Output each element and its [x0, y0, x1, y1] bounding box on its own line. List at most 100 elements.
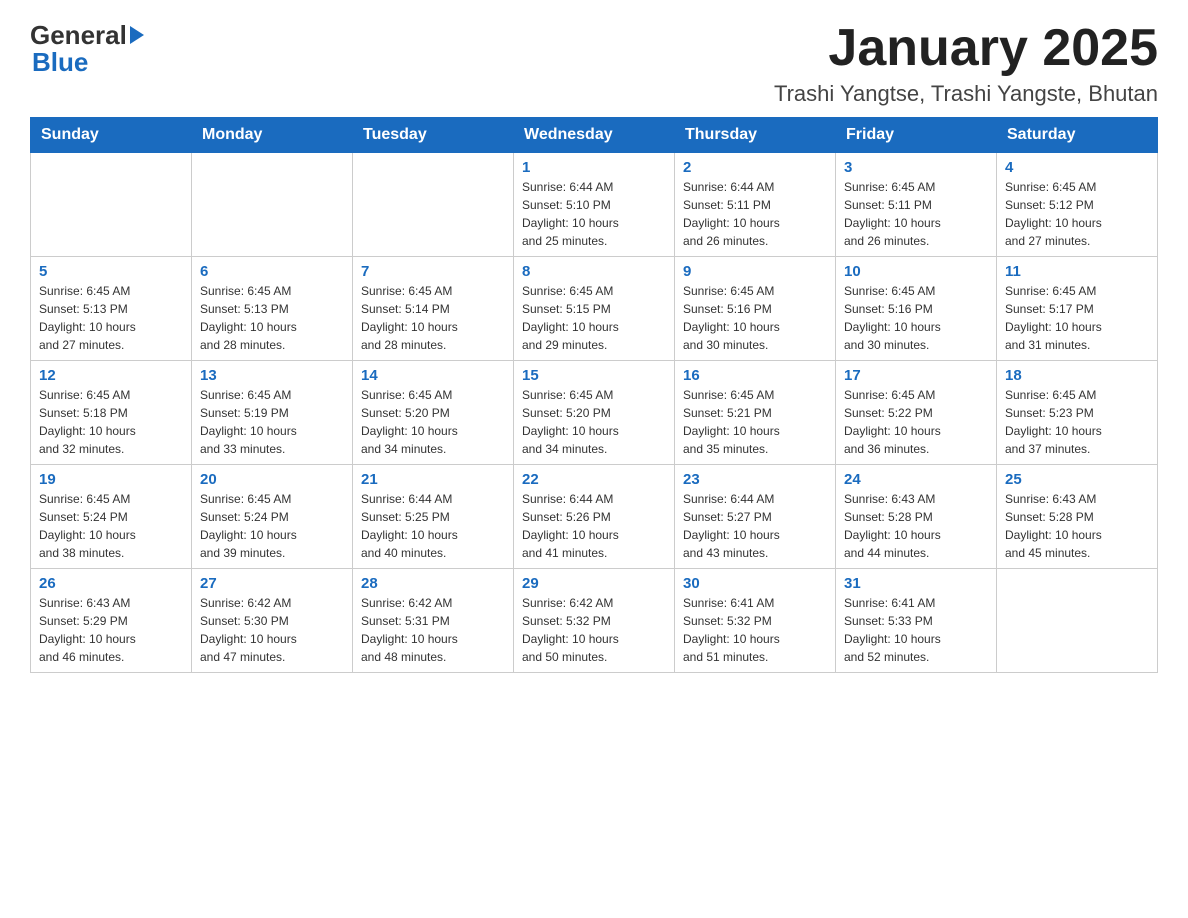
calendar-cell: 6 Sunrise: 6:45 AMSunset: 5:13 PMDaylight… [192, 257, 353, 361]
weekday-header-sunday: Sunday [31, 118, 192, 153]
day-info: Sunrise: 6:43 AMSunset: 5:29 PMDaylight:… [39, 594, 183, 666]
day-number: 14 [361, 367, 505, 384]
day-number: 24 [844, 471, 988, 488]
logo: General Blue [30, 20, 144, 78]
day-info: Sunrise: 6:43 AMSunset: 5:28 PMDaylight:… [844, 490, 988, 562]
day-number: 5 [39, 263, 183, 280]
day-number: 29 [522, 575, 666, 592]
day-number: 10 [844, 263, 988, 280]
calendar-cell: 29 Sunrise: 6:42 AMSunset: 5:32 PMDayligh… [514, 569, 675, 673]
calendar-cell [31, 153, 192, 257]
day-info: Sunrise: 6:45 AMSunset: 5:19 PMDaylight:… [200, 386, 344, 458]
calendar-cell: 15Sunrise: 6:45 AMSunset: 5:20 PMDayligh… [514, 361, 675, 465]
day-info: Sunrise: 6:42 AMSunset: 5:30 PMDaylight:… [200, 594, 344, 666]
weekday-header-monday: Monday [192, 118, 353, 153]
calendar-cell: 8Sunrise: 6:45 AMSunset: 5:15 PMDaylight… [514, 257, 675, 361]
day-info: Sunrise: 6:45 AMSunset: 5:16 PMDaylight:… [683, 282, 827, 354]
calendar-cell: 24 Sunrise: 6:43 AMSunset: 5:28 PMDayligh… [836, 465, 997, 569]
calendar-cell: 14 Sunrise: 6:45 AMSunset: 5:20 PMDayligh… [353, 361, 514, 465]
day-number: 26 [39, 575, 183, 592]
logo-arrow-icon [130, 26, 144, 44]
day-info: Sunrise: 6:44 AMSunset: 5:25 PMDaylight:… [361, 490, 505, 562]
day-info: Sunrise: 6:42 AMSunset: 5:32 PMDaylight:… [522, 594, 666, 666]
day-number: 20 [200, 471, 344, 488]
calendar-week-row: 5 Sunrise: 6:45 AMSunset: 5:13 PMDaylight… [31, 257, 1158, 361]
calendar-cell: 27 Sunrise: 6:42 AMSunset: 5:30 PMDayligh… [192, 569, 353, 673]
calendar-cell: 7 Sunrise: 6:45 AMSunset: 5:14 PMDaylight… [353, 257, 514, 361]
logo-blue-text: Blue [32, 47, 88, 78]
day-info: Sunrise: 6:44 AMSunset: 5:10 PMDaylight:… [522, 178, 666, 250]
day-number: 18 [1005, 367, 1149, 384]
day-number: 7 [361, 263, 505, 280]
calendar-cell: 13 Sunrise: 6:45 AMSunset: 5:19 PMDayligh… [192, 361, 353, 465]
day-info: Sunrise: 6:45 AMSunset: 5:13 PMDaylight:… [200, 282, 344, 354]
calendar-cell: 19Sunrise: 6:45 AMSunset: 5:24 PMDayligh… [31, 465, 192, 569]
calendar-cell: 10 Sunrise: 6:45 AMSunset: 5:16 PMDayligh… [836, 257, 997, 361]
day-info: Sunrise: 6:41 AMSunset: 5:33 PMDaylight:… [844, 594, 988, 666]
day-number: 27 [200, 575, 344, 592]
calendar-week-row: 1 Sunrise: 6:44 AMSunset: 5:10 PMDaylight… [31, 153, 1158, 257]
calendar-table: SundayMondayTuesdayWednesdayThursdayFrid… [30, 117, 1158, 673]
calendar-week-row: 19Sunrise: 6:45 AMSunset: 5:24 PMDayligh… [31, 465, 1158, 569]
calendar-cell: 2 Sunrise: 6:44 AMSunset: 5:11 PMDaylight… [675, 153, 836, 257]
title-section: January 2025 Trashi Yangtse, Trashi Yang… [774, 20, 1158, 107]
day-number: 13 [200, 367, 344, 384]
day-number: 8 [522, 263, 666, 280]
calendar-week-row: 26 Sunrise: 6:43 AMSunset: 5:29 PMDayligh… [31, 569, 1158, 673]
day-info: Sunrise: 6:42 AMSunset: 5:31 PMDaylight:… [361, 594, 505, 666]
day-number: 2 [683, 159, 827, 176]
calendar-cell [192, 153, 353, 257]
calendar-cell: 21 Sunrise: 6:44 AMSunset: 5:25 PMDayligh… [353, 465, 514, 569]
day-info: Sunrise: 6:45 AMSunset: 5:20 PMDaylight:… [522, 386, 666, 458]
weekday-header-tuesday: Tuesday [353, 118, 514, 153]
day-number: 21 [361, 471, 505, 488]
location-title: Trashi Yangtse, Trashi Yangste, Bhutan [774, 81, 1158, 107]
day-info: Sunrise: 6:45 AMSunset: 5:20 PMDaylight:… [361, 386, 505, 458]
calendar-cell: 5 Sunrise: 6:45 AMSunset: 5:13 PMDaylight… [31, 257, 192, 361]
day-info: Sunrise: 6:45 AMSunset: 5:21 PMDaylight:… [683, 386, 827, 458]
calendar-cell [353, 153, 514, 257]
day-info: Sunrise: 6:41 AMSunset: 5:32 PMDaylight:… [683, 594, 827, 666]
day-info: Sunrise: 6:44 AMSunset: 5:27 PMDaylight:… [683, 490, 827, 562]
day-info: Sunrise: 6:45 AMSunset: 5:14 PMDaylight:… [361, 282, 505, 354]
calendar-cell: 1 Sunrise: 6:44 AMSunset: 5:10 PMDaylight… [514, 153, 675, 257]
day-number: 31 [844, 575, 988, 592]
calendar-cell [997, 569, 1158, 673]
calendar-cell: 18Sunrise: 6:45 AMSunset: 5:23 PMDayligh… [997, 361, 1158, 465]
calendar-cell: 22Sunrise: 6:44 AMSunset: 5:26 PMDayligh… [514, 465, 675, 569]
day-info: Sunrise: 6:44 AMSunset: 5:11 PMDaylight:… [683, 178, 827, 250]
calendar-cell: 16 Sunrise: 6:45 AMSunset: 5:21 PMDayligh… [675, 361, 836, 465]
header: General Blue January 2025 Trashi Yangtse… [30, 20, 1158, 107]
calendar-week-row: 12 Sunrise: 6:45 AMSunset: 5:18 PMDayligh… [31, 361, 1158, 465]
calendar-cell: 9Sunrise: 6:45 AMSunset: 5:16 PMDaylight… [675, 257, 836, 361]
weekday-header-wednesday: Wednesday [514, 118, 675, 153]
day-number: 23 [683, 471, 827, 488]
calendar-cell: 17 Sunrise: 6:45 AMSunset: 5:22 PMDayligh… [836, 361, 997, 465]
day-number: 6 [200, 263, 344, 280]
day-number: 4 [1005, 159, 1149, 176]
day-number: 1 [522, 159, 666, 176]
day-number: 12 [39, 367, 183, 384]
day-info: Sunrise: 6:45 AMSunset: 5:12 PMDaylight:… [1005, 178, 1149, 250]
calendar-cell: 28Sunrise: 6:42 AMSunset: 5:31 PMDayligh… [353, 569, 514, 673]
day-info: Sunrise: 6:45 AMSunset: 5:16 PMDaylight:… [844, 282, 988, 354]
day-number: 22 [522, 471, 666, 488]
day-number: 17 [844, 367, 988, 384]
month-title: January 2025 [774, 20, 1158, 77]
day-info: Sunrise: 6:43 AMSunset: 5:28 PMDaylight:… [1005, 490, 1149, 562]
calendar-cell: 31 Sunrise: 6:41 AMSunset: 5:33 PMDayligh… [836, 569, 997, 673]
day-info: Sunrise: 6:45 AMSunset: 5:13 PMDaylight:… [39, 282, 183, 354]
calendar-cell: 4 Sunrise: 6:45 AMSunset: 5:12 PMDaylight… [997, 153, 1158, 257]
day-info: Sunrise: 6:45 AMSunset: 5:17 PMDaylight:… [1005, 282, 1149, 354]
day-number: 3 [844, 159, 988, 176]
day-info: Sunrise: 6:45 AMSunset: 5:24 PMDaylight:… [200, 490, 344, 562]
calendar-cell: 25 Sunrise: 6:43 AMSunset: 5:28 PMDayligh… [997, 465, 1158, 569]
calendar-cell: 3Sunrise: 6:45 AMSunset: 5:11 PMDaylight… [836, 153, 997, 257]
weekday-header-thursday: Thursday [675, 118, 836, 153]
day-number: 16 [683, 367, 827, 384]
day-info: Sunrise: 6:45 AMSunset: 5:18 PMDaylight:… [39, 386, 183, 458]
day-number: 25 [1005, 471, 1149, 488]
calendar-cell: 11Sunrise: 6:45 AMSunset: 5:17 PMDayligh… [997, 257, 1158, 361]
day-info: Sunrise: 6:45 AMSunset: 5:22 PMDaylight:… [844, 386, 988, 458]
calendar-cell: 20 Sunrise: 6:45 AMSunset: 5:24 PMDayligh… [192, 465, 353, 569]
